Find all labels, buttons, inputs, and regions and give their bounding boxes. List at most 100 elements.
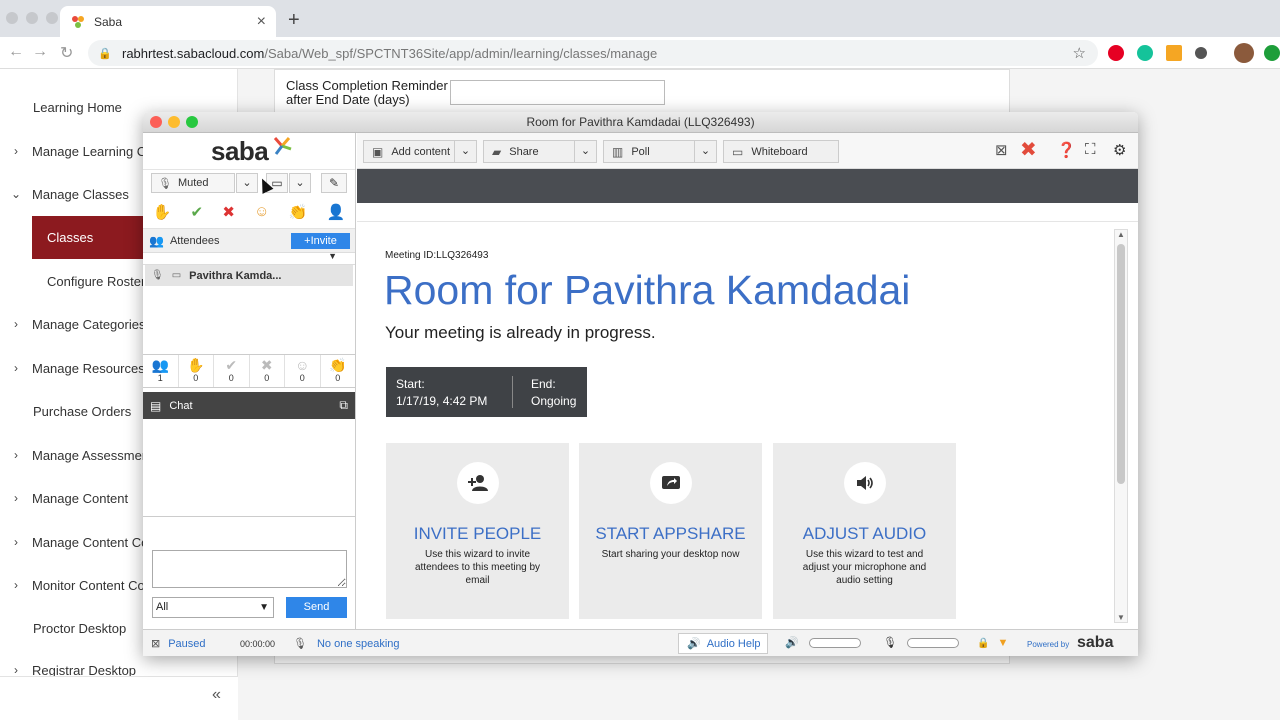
address-bar[interactable]: 🔒 rabhrtest.sabacloud.com/Saba/Web_spf/S… (88, 40, 1098, 66)
agree-check-icon: ✔ (225, 357, 238, 373)
card-description: Use this wizard to invite attendees to t… (414, 549, 541, 586)
meeting-window-title: Room for Pavithra Kamdadai (LLQ326493) (526, 115, 755, 129)
disagree-x-icon: ✖ (260, 357, 273, 373)
network-signal-icon: ▼ (997, 637, 1009, 649)
scroll-thumb[interactable] (1117, 244, 1125, 484)
add-content-button[interactable]: ▣ Add content ⌄ (363, 140, 477, 163)
end-meeting-icon[interactable]: ✖ (1020, 137, 1037, 162)
saba-logo: saba (143, 133, 355, 169)
sidebar-item-label: Manage Content Co (32, 534, 149, 550)
invite-button[interactable]: +Invite (291, 233, 350, 249)
reload-icon[interactable]: ↻ (60, 43, 73, 63)
recording-status[interactable]: ⊠ Paused (151, 637, 206, 651)
completion-reminder-label: Class Completion Reminder after End Date… (286, 79, 448, 107)
audio-help-button[interactable]: 🔊 Audio Help (678, 633, 768, 654)
start-appshare-card[interactable]: START APPSHARE Start sharing your deskto… (579, 443, 762, 619)
card-description: Use this wizard to test and adjust your … (802, 549, 927, 586)
chevron-right-icon: › (14, 317, 18, 331)
sidebar-item-label: Manage Assessmen (32, 447, 150, 463)
mute-button[interactable]: 🎙 Muted (151, 173, 235, 193)
count-value: 0 (299, 373, 305, 383)
gear-icon[interactable]: ⚙ (1113, 141, 1126, 159)
applause-icon[interactable]: 👏 (289, 203, 308, 221)
new-tab-icon[interactable]: + (288, 9, 300, 32)
forward-icon[interactable]: → (32, 43, 48, 61)
audio-options-dropdown[interactable]: ⌄ (236, 173, 258, 193)
saba-brand: saba (1077, 634, 1114, 651)
popout-icon[interactable]: ⧉ (339, 398, 348, 413)
chat-input[interactable] (152, 550, 347, 588)
invite-people-card[interactable]: INVITE PEOPLE Use this wizard to invite … (386, 443, 569, 619)
browser-tab[interactable]: Saba × (60, 6, 276, 37)
completion-reminder-input[interactable] (450, 80, 665, 105)
sidebar-item-label: Proctor Desktop (33, 620, 127, 636)
step-away-icon[interactable]: 👤 (327, 203, 346, 221)
recording-timer: 00:00:00 (240, 639, 276, 649)
sort-arrow-icon[interactable]: ▼ (328, 251, 337, 261)
attendee-list: 🎙 ▭ Pavithra Kamda... (143, 265, 355, 354)
av-controls: 🎙 Muted ⌄ ▭ ⌄ ✎ (143, 169, 355, 195)
screen-share-icon: ▰ (492, 144, 502, 159)
saba-extension-icon[interactable] (1166, 45, 1182, 61)
chevron-down-icon[interactable]: ⌄ (574, 140, 596, 163)
count-hands: ✋ 0 (179, 355, 214, 387)
minimize-window-dot[interactable] (26, 12, 38, 24)
scroll-down-icon[interactable]: ▼ (1117, 613, 1125, 622)
minimize-window-dot[interactable] (168, 116, 180, 128)
pinterest-extension-icon[interactable] (1108, 45, 1124, 61)
help-icon[interactable]: ❓ (1057, 141, 1076, 159)
sidebar-item-label: Manage Classes (32, 186, 129, 202)
grammarly-extension-icon[interactable] (1137, 45, 1153, 61)
meeting-time-box: Start: 1/17/19, 4:42 PM End: Ongoing (386, 367, 587, 417)
stage-scrollbar[interactable]: ▲ ▼ (1114, 229, 1128, 623)
extension-icon[interactable] (1264, 45, 1280, 61)
profile-avatar[interactable] (1234, 43, 1254, 63)
attendee-row[interactable]: 🎙 ▭ Pavithra Kamda... (145, 265, 353, 286)
mic-volume-slider[interactable] (906, 637, 959, 648)
close-tab-icon[interactable]: × (257, 13, 266, 31)
security-icon-group: 🔒 ▼ (977, 637, 1008, 649)
adjust-audio-card[interactable]: ADJUST AUDIO Use this wizard to test and… (773, 443, 956, 619)
whiteboard-button[interactable]: ▭ Whiteboard (723, 140, 839, 163)
zoom-window-dot[interactable] (46, 12, 58, 24)
speaker-volume-slider[interactable] (808, 637, 861, 648)
collapse-sidebar-icon[interactable]: « (212, 686, 221, 704)
agree-check-icon[interactable]: ✔ (191, 203, 204, 221)
bookmark-star-icon[interactable]: ☆ (1073, 44, 1086, 62)
chevron-down-icon[interactable]: ⌄ (454, 140, 476, 163)
tab-title: Saba (94, 14, 123, 29)
close-window-dot[interactable] (150, 116, 162, 128)
extension-icon[interactable] (1195, 47, 1207, 59)
chat-recipient-select[interactable]: All ▼ (152, 597, 274, 618)
smile-icon[interactable]: ☺ (254, 203, 269, 220)
chevron-right-icon: › (14, 491, 18, 505)
chevron-down-icon[interactable]: ⌄ (694, 140, 716, 163)
close-window-dot[interactable] (6, 12, 18, 24)
poll-label: Poll (631, 145, 650, 158)
mic-icon: 🎙 (293, 638, 307, 650)
add-content-icon: ▣ (372, 144, 384, 159)
meeting-id: Meeting ID:LLQ326493 (385, 250, 489, 261)
divider (357, 221, 1138, 222)
poll-button[interactable]: ▥ Poll ⌄ (603, 140, 717, 163)
raise-hand-icon[interactable]: ✋ (153, 203, 172, 221)
scroll-up-icon[interactable]: ▲ (1117, 230, 1125, 239)
send-button[interactable]: Send (286, 597, 347, 618)
layout-icon[interactable]: ⊠ (995, 141, 1008, 159)
attendee-column-headers[interactable]: ▼ (143, 251, 355, 265)
count-value: 0 (193, 373, 199, 383)
zoom-window-dot[interactable] (186, 116, 198, 128)
attendee-name: Pavithra Kamda... (189, 269, 282, 282)
reaction-counts: 👥 1 ✋ 0 ✔ 0 ✖ 0 ☺ 0 👏 0 (143, 354, 355, 388)
chevron-right-icon: › (14, 361, 18, 375)
video-options-dropdown[interactable]: ⌄ (289, 173, 311, 193)
stage-header-bar (357, 169, 1138, 203)
chat-header: ▤ Chat ⧉ (143, 392, 355, 419)
share-button[interactable]: ▰ Share ⌄ (483, 140, 597, 163)
start-label: Start: (396, 377, 425, 391)
annotate-pen-button[interactable]: ✎ (321, 173, 347, 193)
fullscreen-icon[interactable]: ⛶ (1085, 141, 1096, 158)
disagree-x-icon[interactable]: ✖ (222, 203, 235, 221)
url-host: rabhrtest.sabacloud.com (122, 45, 265, 61)
back-icon[interactable]: ← (8, 43, 24, 61)
